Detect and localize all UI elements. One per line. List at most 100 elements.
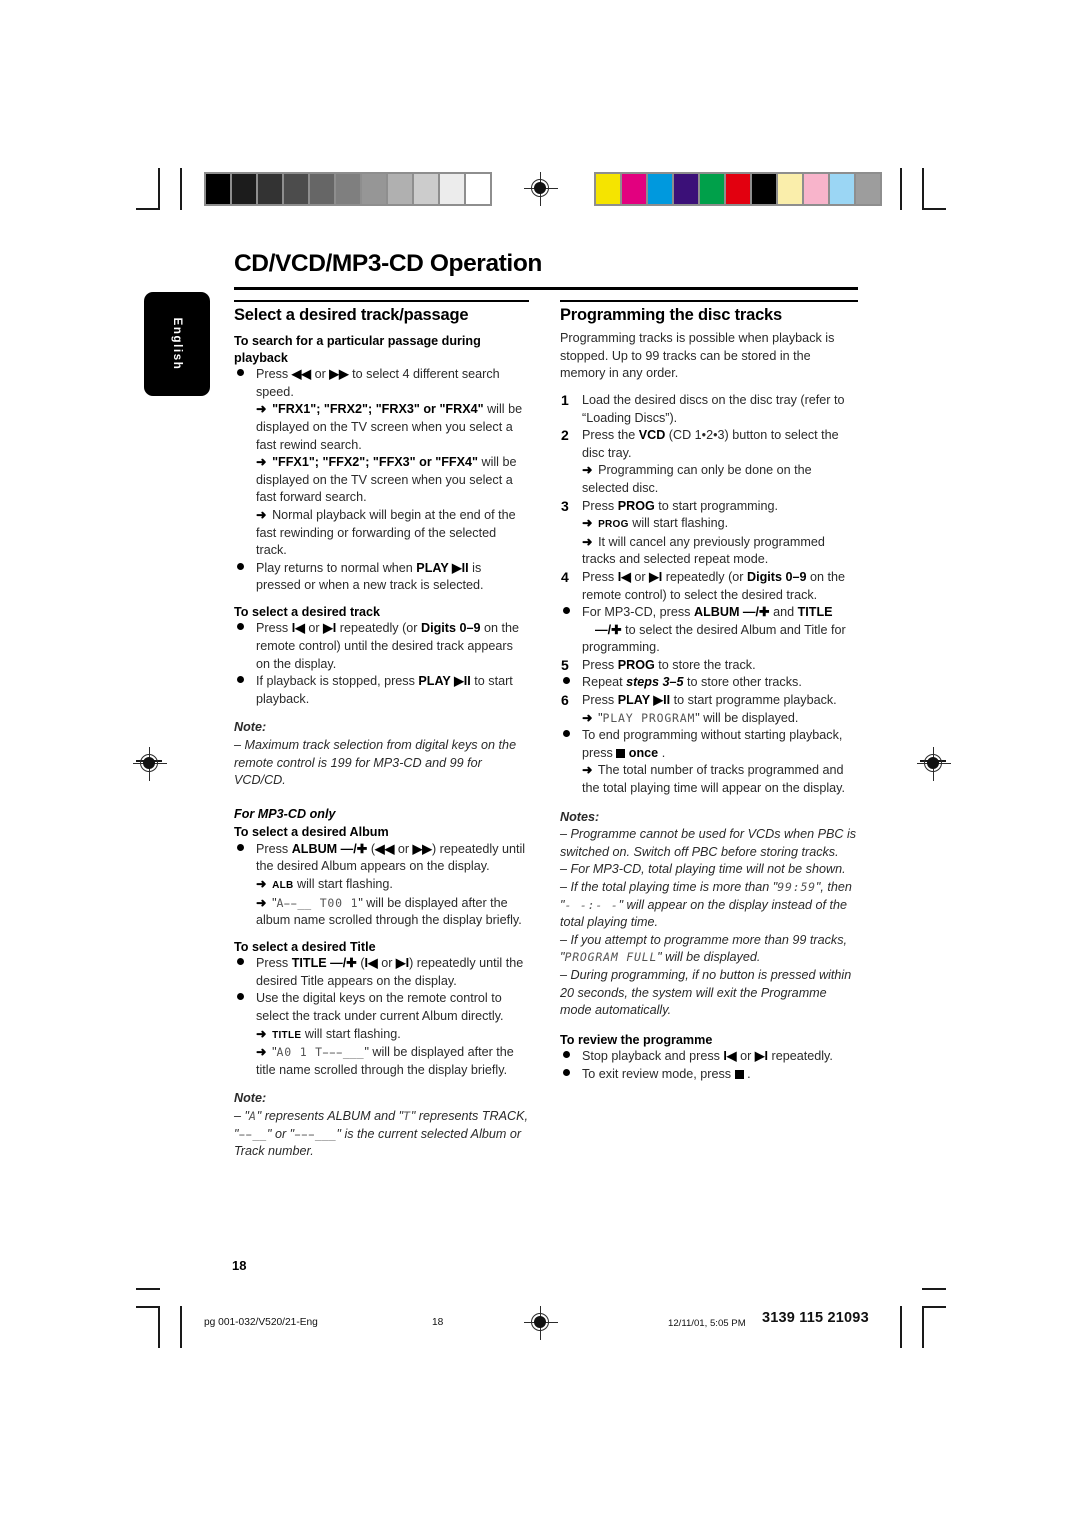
left-section-rule — [234, 300, 529, 302]
calibration-swatch — [648, 174, 672, 204]
text: The total number of tracks programmed an… — [582, 763, 845, 796]
text: repeatedly (or — [336, 621, 421, 636]
text: " will be displayed. — [695, 710, 799, 725]
right-column: Programming the disc tracks Programming … — [560, 300, 858, 1083]
arrow-note: ➜ ALB will start flashing. — [256, 876, 393, 891]
list-item: Press ◀◀ or ▶▶ to select 4 different sea… — [234, 366, 529, 560]
note-text: – During programming, if no button is pr… — [560, 967, 852, 1018]
crop-mark-bl3-v — [180, 1306, 182, 1348]
lcd-display-text: PROGRAM FULL — [564, 950, 658, 965]
grayscale-calibration-bar — [204, 172, 492, 206]
calibration-swatch — [700, 174, 724, 204]
text: Press — [582, 569, 618, 584]
stop-icon — [616, 748, 626, 758]
text: Use the digital keys on the remote contr… — [256, 991, 504, 1023]
play-pause-key: PLAY ▶II — [617, 693, 671, 708]
arrow-note: ➜ "A̵̵̲̲ T00 1" will be displayed after … — [256, 895, 522, 928]
text: . — [743, 1066, 751, 1081]
crop-mark-tr2-v — [922, 168, 924, 210]
crop-mark-tl-h — [136, 208, 160, 210]
list-item-body: To exit review mode, press . — [582, 1066, 858, 1084]
calibration-swatch — [856, 174, 880, 204]
right-subtitle-review: To review the programme — [560, 1032, 713, 1047]
text: ( — [367, 841, 376, 856]
text: Press — [256, 841, 292, 856]
text: to store the track. — [654, 657, 756, 672]
left-column: Select a desired track/passage To search… — [234, 300, 529, 1161]
list-item: If playback is stopped, press PLAY ▶II t… — [234, 673, 529, 708]
arrow-note: ➜ "A0 1 T̵̵̵̲̲̲" will be displayed after… — [256, 1045, 514, 1077]
calibration-swatch — [752, 174, 776, 204]
previous-track-icon: I◀ — [291, 621, 305, 636]
steps-reference: steps 3–5 — [626, 675, 684, 690]
previous-track-icon: I◀ — [723, 1049, 737, 1064]
next-track-icon: ▶I — [754, 1049, 768, 1064]
crop-mark-bl-h — [136, 1288, 160, 1290]
note-text: – If the total playing time is more than… — [560, 880, 852, 929]
bullet-icon — [234, 366, 256, 384]
lcd-display-text: A̵̵̲̲ T00 1 — [276, 895, 359, 910]
text: repeatedly (or — [662, 569, 747, 584]
lcd-glyph-a: A — [248, 1108, 257, 1123]
list-item: Play returns to normal when PLAY ▶II is … — [234, 560, 529, 595]
text: and — [769, 605, 798, 620]
bullet-icon — [234, 620, 256, 638]
calibration-swatch — [310, 174, 334, 204]
title-plusminus-key: —/✚ — [595, 622, 622, 637]
text: or — [304, 621, 324, 636]
text: "FFX1"; "FFX2"; "FFX3" or "FFX4" — [272, 455, 478, 470]
title-key: TITLE — [797, 605, 833, 620]
list-item-body: Press I◀ or ▶I repeatedly (or Digits 0–9… — [582, 569, 858, 604]
list-item: Repeat steps 3–5 to store other tracks. — [560, 674, 858, 692]
registration-mark-right — [917, 747, 951, 781]
calibration-swatch — [206, 174, 230, 204]
crop-mark-br-v — [900, 1306, 902, 1348]
calibration-swatch — [674, 174, 698, 204]
calibration-swatch — [336, 174, 360, 204]
crop-mark-tr-v — [900, 168, 902, 210]
lcd-glyph-t: T — [403, 1108, 411, 1123]
text: Press — [582, 498, 618, 513]
text: to store other tracks. — [683, 675, 802, 690]
list-item: To exit review mode, press . — [560, 1066, 858, 1084]
list-item-body: Press PLAY ▶II to start programme playba… — [582, 692, 858, 727]
step-number: 5 — [561, 656, 569, 673]
document-page: CD/VCD/MP3-CD Operation English Select a… — [0, 0, 1080, 1527]
list-item-body: Press the VCD (CD 1•2•3) button to selec… — [582, 427, 858, 497]
album-key: ALBUM —/✚ — [291, 841, 368, 856]
list-item: 6 Press PLAY ▶II to start programme play… — [560, 692, 858, 727]
lcd-glyph-xxx: ̵̵̵̲̲̲ — [294, 1126, 337, 1141]
step-number: 3 — [561, 497, 569, 514]
left-section-title: Select a desired track/passage — [234, 305, 469, 324]
text: – " — [234, 1108, 249, 1123]
note-text: – Programme cannot be used for VCDs when… — [560, 827, 857, 859]
bullet-icon — [234, 841, 256, 859]
next-track-icon: ▶I — [649, 569, 663, 584]
page-number: 18 — [232, 1258, 247, 1273]
alb-indicator: ALB — [272, 879, 294, 891]
left-subtitle-mp3only: For MP3-CD only — [234, 806, 336, 821]
text: Press — [256, 956, 292, 971]
list-item: 3 Press PROG to start programming. ➜ PRO… — [560, 498, 858, 569]
right-section-title: Programming the disc tracks — [560, 305, 783, 324]
digits-key: Digits 0–9 — [746, 569, 807, 584]
text: to start programming. — [654, 498, 778, 513]
color-calibration-bar — [594, 172, 882, 206]
footer-code: 3139 115 21093 — [762, 1310, 869, 1326]
list-item: 1 Load the desired discs on the disc tra… — [560, 392, 858, 427]
text: will start flashing. — [628, 516, 729, 531]
list-item-body: Repeat steps 3–5 to store other tracks. — [582, 674, 858, 692]
text: Stop playback and press — [582, 1049, 724, 1064]
calibration-swatch — [232, 174, 256, 204]
text: . — [658, 745, 666, 760]
language-tab: English — [144, 292, 210, 396]
prog-indicator: PROG — [598, 519, 629, 531]
previous-track-icon: I◀ — [617, 569, 631, 584]
bullet-icon — [560, 604, 582, 622]
list-item-body: Use the digital keys on the remote contr… — [256, 990, 529, 1079]
arrow-note: ➜ It will cancel any previously programm… — [582, 534, 825, 567]
footer-filename: pg 001-032/V520/21-Eng — [204, 1317, 318, 1328]
stop-icon — [734, 1069, 744, 1079]
arrow-note: ➜ TITLE will start flashing. — [256, 1026, 401, 1041]
calibration-swatch — [414, 174, 438, 204]
